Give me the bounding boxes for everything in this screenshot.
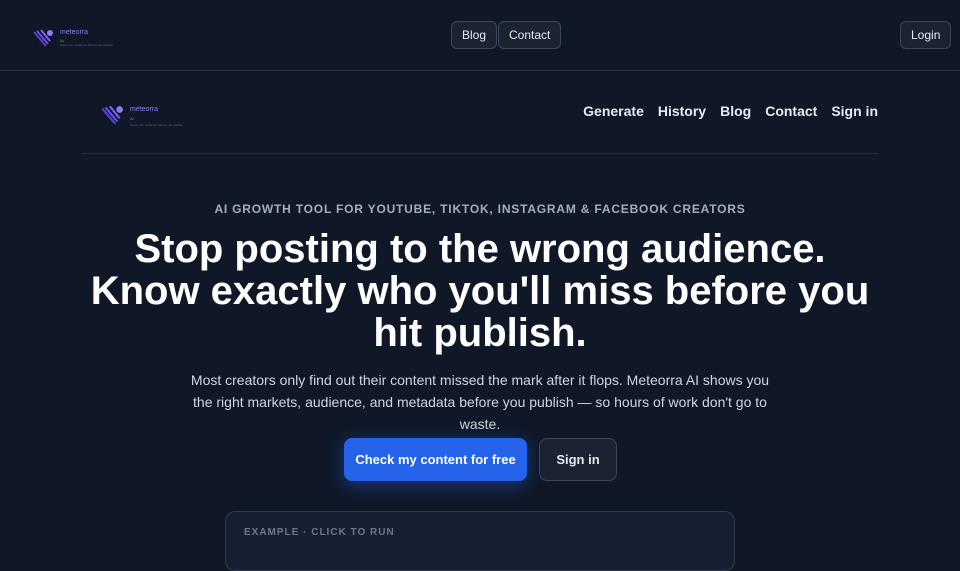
login-button[interactable]: Login (900, 21, 952, 49)
contact-button[interactable]: Contact (498, 21, 562, 49)
site-nav: meteorra AI Know your audience before yo… (82, 90, 878, 154)
logo-sub: AI (130, 116, 134, 121)
hero-eyebrow: AI GROWTH TOOL FOR YOUTUBE, TIKTOK, INST… (214, 202, 746, 216)
nav-link-blog[interactable]: Blog (720, 103, 751, 119)
example-label: EXAMPLE · CLICK TO RUN (244, 527, 395, 538)
nav-link-contact[interactable]: Contact (765, 103, 817, 119)
nav-links: Generate History Blog Contact Sign in (583, 103, 878, 119)
nav-link-sign-in[interactable]: Sign in (831, 103, 878, 119)
logo-name: meteorra (60, 29, 89, 36)
hero-subtext: Most creators only find out their conten… (190, 372, 770, 432)
logo-name: meteorra (130, 106, 159, 113)
nav-link-history[interactable]: History (658, 103, 706, 119)
example-card[interactable]: EXAMPLE · CLICK TO RUN (225, 511, 735, 571)
logo-tagline: Know your audience before you publish (60, 43, 113, 47)
top-bar: meteorra AI Know your audience before yo… (0, 0, 960, 71)
meteor-logo-icon (33, 29, 53, 47)
sign-in-button[interactable]: Sign in (539, 438, 617, 481)
blog-button[interactable]: Blog (451, 21, 498, 49)
hero-headline: Stop posting to the wrong audience. Know… (90, 227, 870, 355)
check-content-button[interactable]: Check my content for free (344, 438, 527, 481)
nav-link-generate[interactable]: Generate (583, 103, 644, 119)
meteor-logo-icon (101, 105, 123, 125)
nav-logo[interactable]: meteorra AI Know your audience before yo… (100, 104, 200, 134)
logo-tagline: Know your audience before you publish (130, 123, 183, 127)
logo[interactable]: meteorra AI Know your audience before yo… (32, 28, 113, 50)
